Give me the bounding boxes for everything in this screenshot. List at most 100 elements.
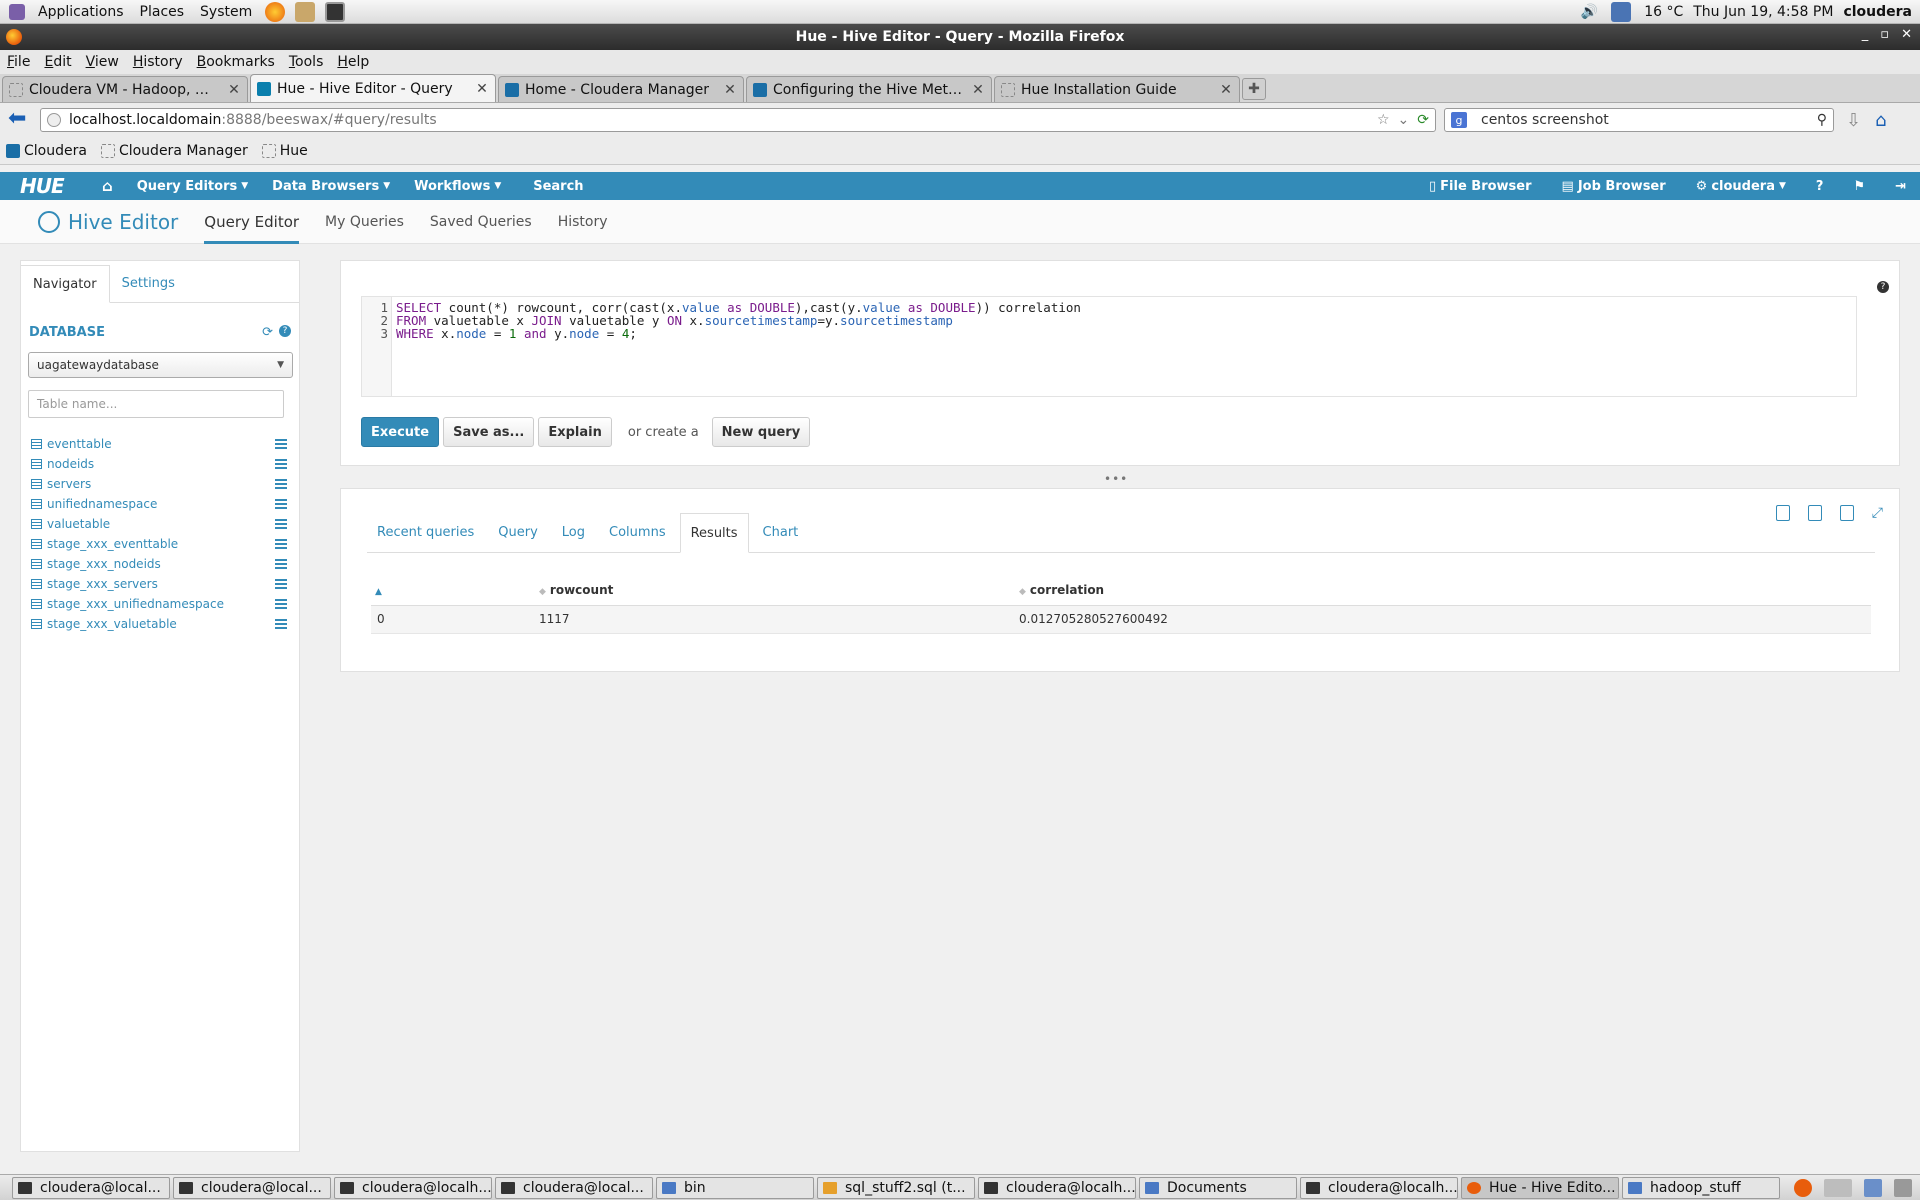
google-engine-icon[interactable]: g [1451, 112, 1467, 128]
table-list-item[interactable]: stage_xxx_servers [21, 574, 299, 594]
menu-help[interactable]: Help [330, 54, 376, 70]
execute-button[interactable]: Execute [361, 417, 440, 447]
download-arrow-icon[interactable]: ⇩ [1846, 110, 1861, 131]
hue-logo[interactable]: HUE [20, 174, 80, 198]
terminal-launcher-icon[interactable] [325, 1, 346, 22]
job-browser-link[interactable]: ▤ Job Browser [1562, 179, 1666, 194]
bookmark-cloudera[interactable]: Cloudera [6, 143, 87, 159]
table-list-item[interactable]: stage_xxx_eventtable [21, 534, 299, 554]
places-menu[interactable]: Places [134, 4, 191, 20]
table-name[interactable]: stage_xxx_valuetable [47, 617, 177, 631]
table-name[interactable]: servers [47, 477, 91, 491]
taskbar-button[interactable]: cloudera@localh... [1300, 1176, 1458, 1199]
home-icon[interactable]: ⌂ [102, 177, 113, 195]
close-tab-icon[interactable]: ✕ [971, 82, 985, 98]
explain-button[interactable]: Explain [538, 417, 612, 447]
tab-history[interactable]: History [558, 200, 608, 244]
search-input[interactable]: centos screenshot [1481, 112, 1609, 128]
help-icon[interactable]: ? [1877, 281, 1889, 293]
resize-handle-icon[interactable]: ••• [1104, 472, 1128, 486]
columns-list-icon[interactable] [275, 539, 287, 549]
reload-icon[interactable]: ⟳ [1417, 112, 1429, 128]
system-menu[interactable]: System [194, 4, 258, 20]
taskbar-button[interactable]: Documents [1139, 1176, 1297, 1199]
back-arrow-icon[interactable]: ⬅ [8, 108, 30, 131]
table-list-item[interactable]: eventtable [21, 434, 299, 454]
new-tab-button[interactable]: ✚ [1242, 78, 1266, 100]
columns-list-icon[interactable] [275, 519, 287, 529]
taskbar-button[interactable]: sql_stuff2.sql (t... [817, 1176, 975, 1199]
browser-tab[interactable]: Hue Installation Guide ✕ [994, 76, 1240, 102]
refresh-icon[interactable]: ⟳ [262, 325, 273, 340]
flag-icon[interactable]: ⚑ [1853, 179, 1865, 194]
app-brand[interactable]: Hive Editor [38, 210, 178, 234]
column-header-correlation[interactable]: ◆ correlation [1019, 575, 1871, 606]
taskbar-button[interactable]: hadoop_stuff [1622, 1176, 1780, 1199]
browser-tab[interactable]: Configuring the Hive Metast... ✕ [746, 76, 992, 102]
maximize-button[interactable]: ▫ [1880, 27, 1889, 42]
close-tab-icon[interactable]: ✕ [475, 81, 489, 97]
binoculars-icon[interactable]: ⚲ [1817, 112, 1827, 128]
browser-tab-active[interactable]: Hue - Hive Editor - Query ✕ [250, 74, 496, 102]
search-link[interactable]: Search [533, 179, 583, 194]
bookmark-hue[interactable]: Hue [261, 143, 308, 159]
clock[interactable]: Thu Jun 19, 4:58 PM [1693, 4, 1833, 20]
bookmark-cloudera-manager[interactable]: Cloudera Manager [100, 143, 248, 159]
download-csv-icon[interactable] [1807, 505, 1822, 521]
menu-file[interactable]: File [0, 54, 37, 70]
browser-tab[interactable]: Home - Cloudera Manager ✕ [498, 76, 744, 102]
search-bar[interactable]: g centos screenshot ⚲ [1444, 108, 1834, 132]
save-as-button[interactable]: Save as... [443, 417, 535, 447]
close-tab-icon[interactable]: ✕ [1219, 82, 1233, 98]
table-list-item[interactable]: nodeids [21, 454, 299, 474]
database-select[interactable]: uagatewaydatabase ▼ [28, 352, 293, 378]
volume-icon[interactable]: 🔊 [1581, 4, 1598, 20]
table-name-filter[interactable]: Table name... [28, 390, 284, 418]
tab-log[interactable]: Log [552, 512, 595, 552]
taskbar-button[interactable]: bin [656, 1176, 814, 1199]
new-query-button[interactable]: New query [711, 417, 811, 447]
workspace-icon[interactable] [1824, 1178, 1852, 1197]
query-editors-menu[interactable]: Query Editors ▼ [137, 179, 248, 194]
close-tab-icon[interactable]: ✕ [227, 82, 241, 98]
column-header-rowcount[interactable]: ◆ rowcount [539, 575, 1019, 606]
close-tab-icon[interactable]: ✕ [723, 82, 737, 98]
user-menu[interactable]: cloudera [1843, 4, 1912, 20]
download-xls-icon[interactable] [1775, 505, 1790, 521]
taskbar-button[interactable]: cloudera@local... [173, 1176, 331, 1199]
sql-code-editor[interactable]: 1 2 3 SELECT count(*) rowcount, corr(cas… [361, 296, 1857, 397]
taskbar-button[interactable]: Hue - Hive Edito... [1461, 1176, 1619, 1199]
tab-columns[interactable]: Columns [599, 512, 676, 552]
tab-recent-queries[interactable]: Recent queries [367, 512, 484, 552]
logout-icon[interactable]: ⇥ [1895, 179, 1906, 194]
code-line[interactable]: WHERE x.node = 1 and y.node = 4; [396, 327, 1081, 340]
file-browser-link[interactable]: ▯ File Browser [1429, 179, 1532, 194]
firefox-launcher-icon[interactable] [265, 1, 286, 22]
tab-query[interactable]: Query [488, 512, 548, 552]
columns-list-icon[interactable] [275, 619, 287, 629]
menu-history[interactable]: History [126, 54, 190, 70]
tab-navigator[interactable]: Navigator [21, 265, 110, 303]
tab-results[interactable]: Results [679, 513, 749, 553]
bookmark-star-icon[interactable]: ☆ [1377, 112, 1390, 128]
columns-list-icon[interactable] [275, 439, 287, 449]
columns-list-icon[interactable] [275, 599, 287, 609]
table-list-item[interactable]: stage_xxx_unifiednamespace [21, 594, 299, 614]
table-name[interactable]: stage_xxx_nodeids [47, 557, 161, 571]
columns-list-icon[interactable] [275, 479, 287, 489]
columns-list-icon[interactable] [275, 559, 287, 569]
columns-list-icon[interactable] [275, 499, 287, 509]
minimize-button[interactable]: _ [1862, 27, 1869, 42]
table-list-item[interactable]: servers [21, 474, 299, 494]
menu-tools[interactable]: Tools [282, 54, 331, 70]
applications-menu[interactable]: Applications [32, 4, 130, 20]
column-header-index[interactable]: ▲ [371, 575, 539, 606]
dropdown-arrow-icon[interactable]: ⌄ [1398, 112, 1410, 128]
help-icon[interactable]: ? [279, 325, 291, 337]
taskbar-button[interactable]: cloudera@localh... [334, 1176, 492, 1199]
code-lines[interactable]: SELECT count(*) rowcount, corr(cast(x.va… [392, 297, 1085, 396]
taskbar-button[interactable]: cloudera@local... [495, 1176, 653, 1199]
taskbar-button[interactable]: cloudera@local... [12, 1176, 170, 1199]
tab-settings[interactable]: Settings [110, 264, 187, 302]
home-icon[interactable]: ⌂ [1875, 110, 1886, 131]
